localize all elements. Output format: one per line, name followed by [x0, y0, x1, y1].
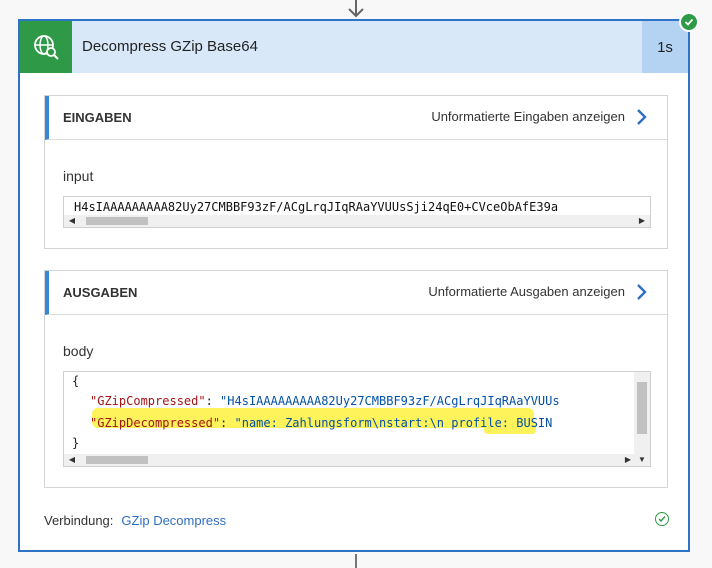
connection-label: Verbindung: — [44, 513, 114, 528]
outputs-section: AUSGABEN Unformatierte Ausgaben anzeigen… — [44, 270, 668, 488]
json-line-compressed: "GZipCompressed": "H4sIAAAAAAAAA82Uy27CM… — [90, 394, 560, 408]
inputs-section: EINGABEN Unformatierte Eingaben anzeigen… — [44, 95, 668, 249]
outputs-header[interactable]: AUSGABEN Unformatierte Ausgaben anzeigen — [45, 271, 667, 315]
json-value: "H4sIAAAAAAAAA82Uy27CMBBF93zF/ACgLrqJIqR… — [220, 394, 560, 408]
scroll-down-icon[interactable]: ▼ — [636, 454, 648, 466]
json-key: "GZipCompressed" — [90, 394, 206, 408]
input-value: H4sIAAAAAAAAA82Uy27CMBBF93zF/ACgLrqJIqRA… — [74, 200, 559, 214]
json-line-decompressed: "GZipDecompressed": "name: Zahlungsform\… — [90, 416, 552, 430]
body-value-box[interactable]: { "GZipCompressed": "H4sIAAAAAAAAA82Uy27… — [63, 371, 651, 467]
check-circle-icon — [655, 512, 669, 526]
flow-connector-line — [355, 554, 357, 568]
show-raw-outputs-link[interactable]: Unformatierte Ausgaben anzeigen — [428, 284, 625, 299]
scroll-thumb[interactable] — [86, 456, 148, 464]
action-card[interactable]: Decompress GZip Base64 1s EINGABEN Unfor… — [18, 19, 690, 552]
action-title: Decompress GZip Base64 — [82, 38, 258, 55]
scroll-thumb[interactable] — [86, 217, 148, 225]
body-horizontal-scrollbar[interactable]: ◀ ▶ ▼ — [64, 454, 650, 466]
scroll-left-icon[interactable]: ◀ — [66, 454, 78, 466]
flow-arrow-down-icon — [348, 0, 364, 18]
chevron-right-icon[interactable] — [635, 108, 649, 126]
scroll-right-icon[interactable]: ▶ — [636, 215, 648, 227]
inputs-header[interactable]: EINGABEN Unformatierte Eingaben anzeigen — [45, 96, 667, 140]
show-raw-inputs-link[interactable]: Unformatierte Eingaben anzeigen — [431, 109, 625, 124]
scroll-thumb[interactable] — [637, 382, 647, 434]
scroll-right-icon[interactable]: ▶ — [622, 454, 634, 466]
connection-info: Verbindung: GZip Decompress — [44, 513, 226, 528]
chevron-right-icon[interactable] — [635, 283, 649, 301]
close-brace: } — [72, 436, 80, 450]
body-field-label: body — [63, 343, 94, 359]
body-vertical-scrollbar[interactable] — [634, 372, 650, 454]
open-brace: { — [72, 374, 80, 388]
action-header[interactable]: Decompress GZip Base64 1s — [20, 21, 688, 73]
inputs-label: EINGABEN — [63, 110, 132, 125]
json-separator: : — [220, 416, 235, 430]
outputs-label: AUSGABEN — [63, 285, 138, 300]
json-key: "GZipDecompressed" — [90, 416, 221, 430]
connection-link[interactable]: GZip Decompress — [121, 513, 226, 528]
scroll-left-icon[interactable]: ◀ — [66, 215, 78, 227]
success-check-icon — [679, 12, 699, 32]
globe-search-icon — [20, 21, 72, 73]
input-horizontal-scrollbar[interactable]: ◀ ▶ — [64, 215, 650, 227]
input-field-label: input — [63, 168, 94, 184]
json-value: "name: Zahlungsform\nstart:\n profile: B… — [234, 416, 553, 430]
json-separator: : — [205, 394, 221, 408]
input-value-box[interactable]: H4sIAAAAAAAAA82Uy27CMBBF93zF/ACgLrqJIqRA… — [63, 196, 651, 228]
